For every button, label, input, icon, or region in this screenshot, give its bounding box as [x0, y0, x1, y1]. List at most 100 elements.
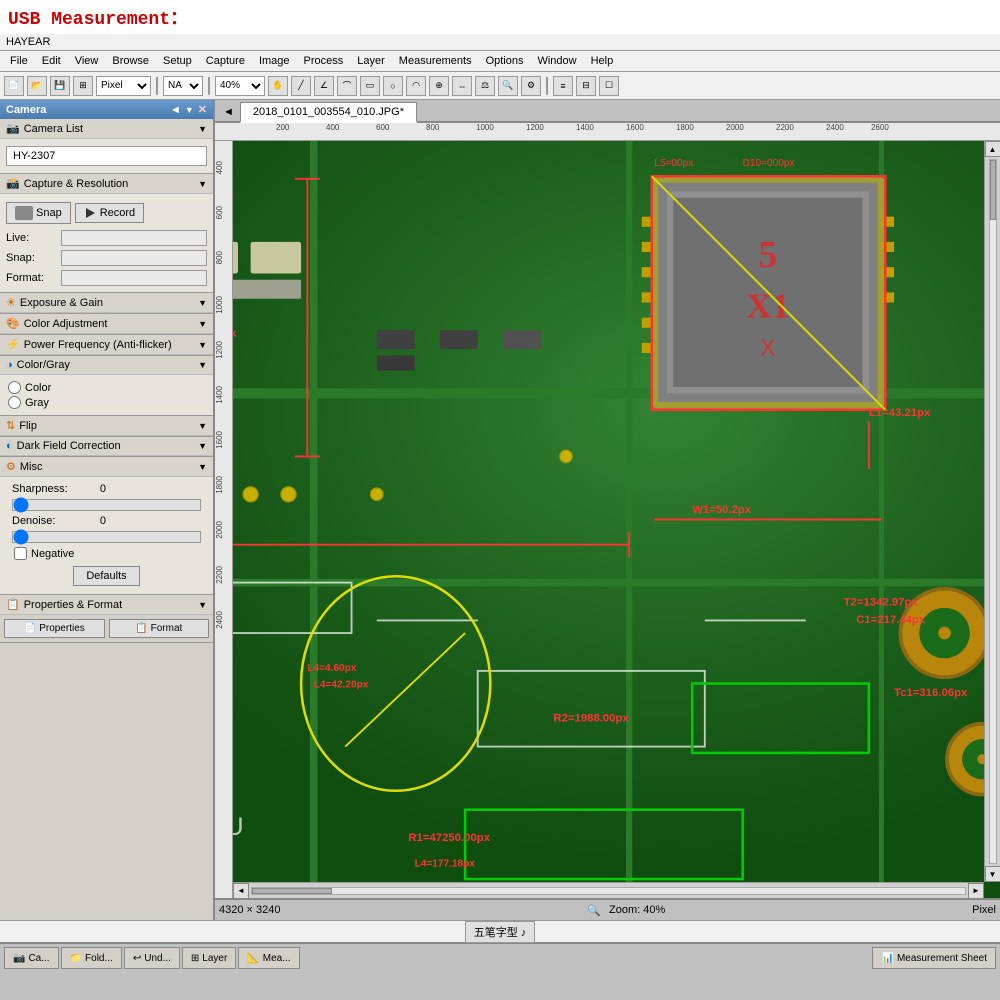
menu-process[interactable]: Process — [298, 53, 350, 69]
toolbar-rect[interactable]: ▭ — [360, 76, 380, 96]
toolbar-calibrate[interactable]: ⚖ — [475, 76, 495, 96]
misc-header[interactable]: ⚙ Misc ▼ — [0, 457, 213, 477]
properties-label: Properties & Format — [24, 599, 122, 611]
camera-close[interactable]: ✕ — [198, 103, 207, 116]
measurement-sheet-button[interactable]: 📊 Measurement Sheet — [872, 947, 996, 969]
na-select[interactable]: NA — [163, 76, 203, 96]
toolbar-save[interactable]: 💾 — [50, 76, 70, 96]
props-content: 📄 Properties 📋 Format — [0, 615, 213, 642]
menu-measurements[interactable]: Measurements — [393, 53, 478, 69]
camera-name: HY-2307 — [13, 150, 55, 162]
toolbar-misc2[interactable]: ⊟ — [576, 76, 596, 96]
flip-icon: ⇅ — [6, 419, 15, 432]
toolbar-measure[interactable]: ⇔ — [452, 76, 472, 96]
v-scroll-track[interactable] — [989, 159, 997, 864]
toolbar-props[interactable]: ⚙ — [521, 76, 541, 96]
taskbar-folder[interactable]: 📁 Fold... — [61, 947, 122, 969]
camera-list-arrow: ▼ — [198, 124, 207, 134]
toolbar-hand[interactable]: ✋ — [268, 76, 288, 96]
snap-label2: Snap: — [6, 252, 61, 264]
taskbar-mea[interactable]: 📐 Mea... — [238, 947, 299, 969]
scroll-up-btn[interactable]: ▲ — [985, 141, 1000, 157]
zoom-select[interactable]: 40% — [215, 76, 265, 96]
toolbar-grid[interactable]: ⊞ — [73, 76, 93, 96]
scroll-right-btn[interactable]: ► — [968, 883, 984, 899]
sharpness-slider[interactable] — [12, 499, 201, 511]
toolbar-point[interactable]: ⊕ — [429, 76, 449, 96]
menu-options[interactable]: Options — [480, 53, 530, 69]
power-header[interactable]: ⚡ Power Frequency (Anti-flicker) ▼ — [0, 335, 213, 355]
misc-label: Misc — [20, 461, 43, 473]
svg-text:5: 5 — [758, 234, 777, 276]
camera-list-content: HY-2307 — [0, 139, 213, 173]
pixel-select[interactable]: Pixel — [96, 76, 151, 96]
v-scroll-thumb[interactable] — [990, 160, 996, 220]
gray-radio[interactable] — [8, 396, 21, 409]
toolbar-polyline[interactable]: ⌒ — [337, 76, 357, 96]
color-adj-header[interactable]: 🎨 Color Adjustment ▼ — [0, 314, 213, 334]
camera-item[interactable]: HY-2307 — [6, 146, 207, 166]
toolbar-arc[interactable]: ◠ — [406, 76, 426, 96]
menu-image[interactable]: Image — [253, 53, 296, 69]
camera-expand[interactable]: ▼ — [185, 105, 194, 115]
toolbar-zoom-in[interactable]: 🔍 — [498, 76, 518, 96]
toolbar-line[interactable]: ╱ — [291, 76, 311, 96]
scroll-left-btn[interactable]: ◄ — [233, 883, 249, 899]
live-input[interactable] — [61, 230, 207, 246]
toolbar-misc1[interactable]: ≡ — [553, 76, 573, 96]
camera-list-header[interactable]: 📷 Camera List ▼ — [0, 119, 213, 139]
h-scroll-track[interactable] — [251, 887, 966, 895]
menu-help[interactable]: Help — [585, 53, 620, 69]
menu-layer[interactable]: Layer — [351, 53, 391, 69]
ruler-2200: 2200 — [776, 123, 794, 132]
defaults-button[interactable]: Defaults — [73, 566, 139, 586]
color-radio[interactable] — [8, 381, 21, 394]
sep2 — [208, 77, 210, 95]
format-button[interactable]: 📋 Format — [109, 619, 210, 638]
menu-setup[interactable]: Setup — [157, 53, 198, 69]
denoise-slider[interactable] — [12, 531, 201, 543]
status-bar: 4320 × 3240 🔍 Zoom: 40% Pixel — [215, 898, 1000, 920]
menu-browse[interactable]: Browse — [106, 53, 155, 69]
camera-panel-header[interactable]: Camera ◄ ▼ ✕ — [0, 100, 213, 119]
camera-arrow[interactable]: ◄ — [170, 104, 181, 116]
colorgray-header[interactable]: ◑ Color/Gray ▼ — [0, 356, 213, 375]
dark-field-header[interactable]: ◐ Dark Field Correction ▼ — [0, 437, 213, 456]
snap-button[interactable]: Snap — [6, 202, 71, 224]
format-input[interactable] — [61, 270, 207, 286]
menu-file[interactable]: File — [4, 53, 34, 69]
capture-icon: 📸 — [6, 177, 20, 190]
taskbar-layer[interactable]: ⊞ Layer — [182, 947, 236, 969]
scroll-down-btn[interactable]: ▼ — [985, 866, 1000, 882]
ruler-v-1000: 1000 — [215, 296, 224, 314]
toolbar-misc3[interactable]: ☐ — [599, 76, 619, 96]
image-tab[interactable]: 2018_0101_003554_010.JPG* — [240, 102, 417, 123]
exposure-header[interactable]: ☀ Exposure & Gain ▼ — [0, 293, 213, 313]
properties-header[interactable]: 📋 Properties & Format ▼ — [0, 595, 213, 615]
h-scroll-thumb[interactable] — [252, 888, 332, 894]
tab-prev-arrow[interactable]: ◄ — [217, 103, 240, 121]
menu-edit[interactable]: Edit — [36, 53, 67, 69]
dark-field-icon: ◐ — [6, 440, 13, 452]
menu-view[interactable]: View — [69, 53, 105, 69]
record-button[interactable]: Record — [75, 203, 144, 223]
toolbar-open[interactable]: 📂 — [27, 76, 47, 96]
menu-capture[interactable]: Capture — [200, 53, 251, 69]
menu-window[interactable]: Window — [531, 53, 582, 69]
capture-header[interactable]: 📸 Capture & Resolution ▼ — [0, 174, 213, 194]
properties-button[interactable]: 📄 Properties — [4, 619, 105, 638]
svg-text:L4=4.60px: L4=4.60px — [307, 663, 356, 674]
flip-header[interactable]: ⇅ Flip ▼ — [0, 416, 213, 436]
toolbar-new[interactable]: 📄 — [4, 76, 24, 96]
ruler-1400: 1400 — [576, 123, 594, 132]
viewport[interactable]: 5 X1 X — [233, 141, 1000, 898]
taskbar-cam-icon: 📷 — [13, 953, 25, 964]
snap-input[interactable] — [61, 250, 207, 266]
taskbar-camera[interactable]: 📷 Ca... — [4, 947, 59, 969]
taskbar-undo[interactable]: ↩ Und... — [124, 947, 180, 969]
zoom-level: Zoom: 40% — [609, 904, 665, 916]
toolbar-circle[interactable]: ○ — [383, 76, 403, 96]
negative-checkbox[interactable] — [14, 547, 27, 560]
input-method-button[interactable]: 五笔字型 ♪ — [465, 921, 536, 943]
toolbar-angle[interactable]: ∠ — [314, 76, 334, 96]
